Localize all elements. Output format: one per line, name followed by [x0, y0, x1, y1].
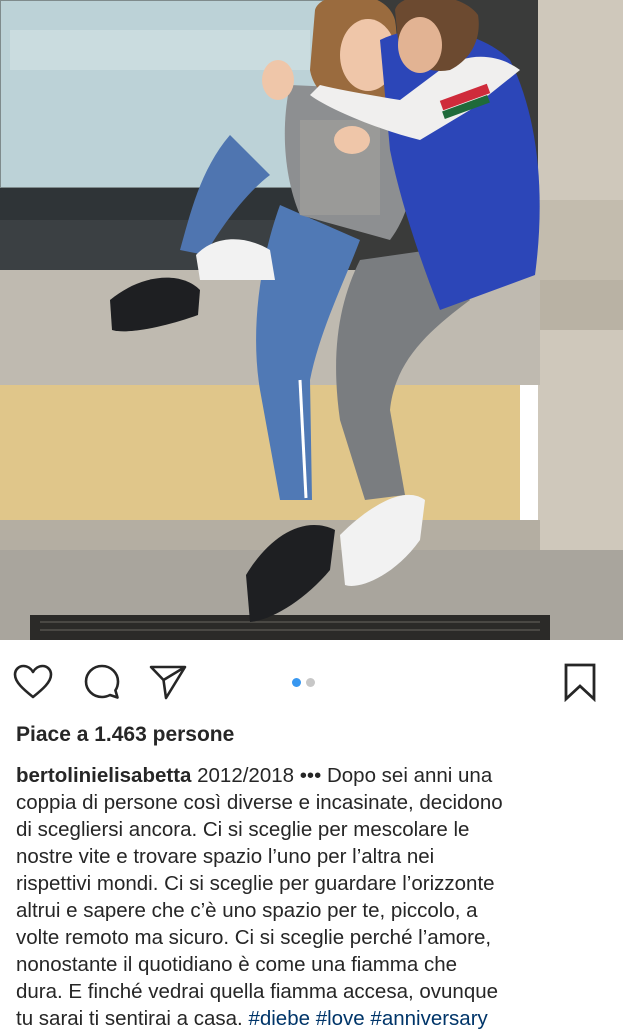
- caption-line: altrui e sapere che c’è uno spazio per t…: [16, 899, 478, 922]
- carousel-dot: [306, 677, 315, 687]
- caption-line: nonostante il quotidiano è come una fiam…: [16, 953, 458, 976]
- post-photo[interactable]: [0, 0, 623, 640]
- post-caption: bertolinielisabetta 2012/2018 ••• Dopo s…: [16, 762, 611, 1032]
- drain-grate: [30, 615, 550, 640]
- comment-icon: [84, 664, 120, 699]
- caption-username[interactable]: bertolinielisabetta: [16, 764, 191, 787]
- yellow-wall: [0, 385, 520, 525]
- caption-line: di scegliersi ancora. Ci si sceglie per …: [16, 818, 470, 841]
- heart-icon: [13, 664, 53, 699]
- caption-line: tu sarai ti sentirai a casa. #diebe #lov…: [16, 1005, 611, 1032]
- caption-line: dura. E finché vedrai quella fiamma acce…: [16, 980, 499, 1003]
- like-button[interactable]: [13, 662, 53, 702]
- carousel-dot-active: [292, 677, 301, 687]
- caption-line: bertolinielisabetta 2012/2018 ••• Dopo s…: [16, 762, 611, 789]
- hashtag-link[interactable]: #love: [316, 1007, 365, 1030]
- hashtag-link[interactable]: #anniversary: [370, 1007, 487, 1030]
- share-button[interactable]: [148, 662, 188, 702]
- caption-line: nostre vite e trovare spazio l’uno per l…: [16, 845, 435, 868]
- bookmark-icon: [564, 663, 596, 702]
- likes-count[interactable]: Piace a 1.463 persone: [16, 723, 234, 747]
- post-action-bar: [0, 656, 623, 708]
- carousel-indicator: [292, 676, 315, 688]
- man-face: [398, 17, 442, 73]
- save-button[interactable]: [560, 662, 600, 702]
- hashtag-link[interactable]: #diebe: [248, 1007, 310, 1030]
- caption-line: coppia di persone così diverse e incasin…: [16, 791, 503, 814]
- caption-text: 2012/2018 ••• Dopo sei anni una: [191, 764, 493, 787]
- photo-illustration: [0, 0, 623, 640]
- share-icon: [149, 665, 187, 700]
- caption-line: rispettivi mondi. Ci si sceglie per guar…: [16, 872, 495, 895]
- caption-text: tu sarai ti sentirai a casa.: [16, 1007, 249, 1030]
- comment-button[interactable]: [82, 662, 122, 702]
- caption-line: volte remoto ma sicuro. Ci si sceglie pe…: [16, 926, 492, 949]
